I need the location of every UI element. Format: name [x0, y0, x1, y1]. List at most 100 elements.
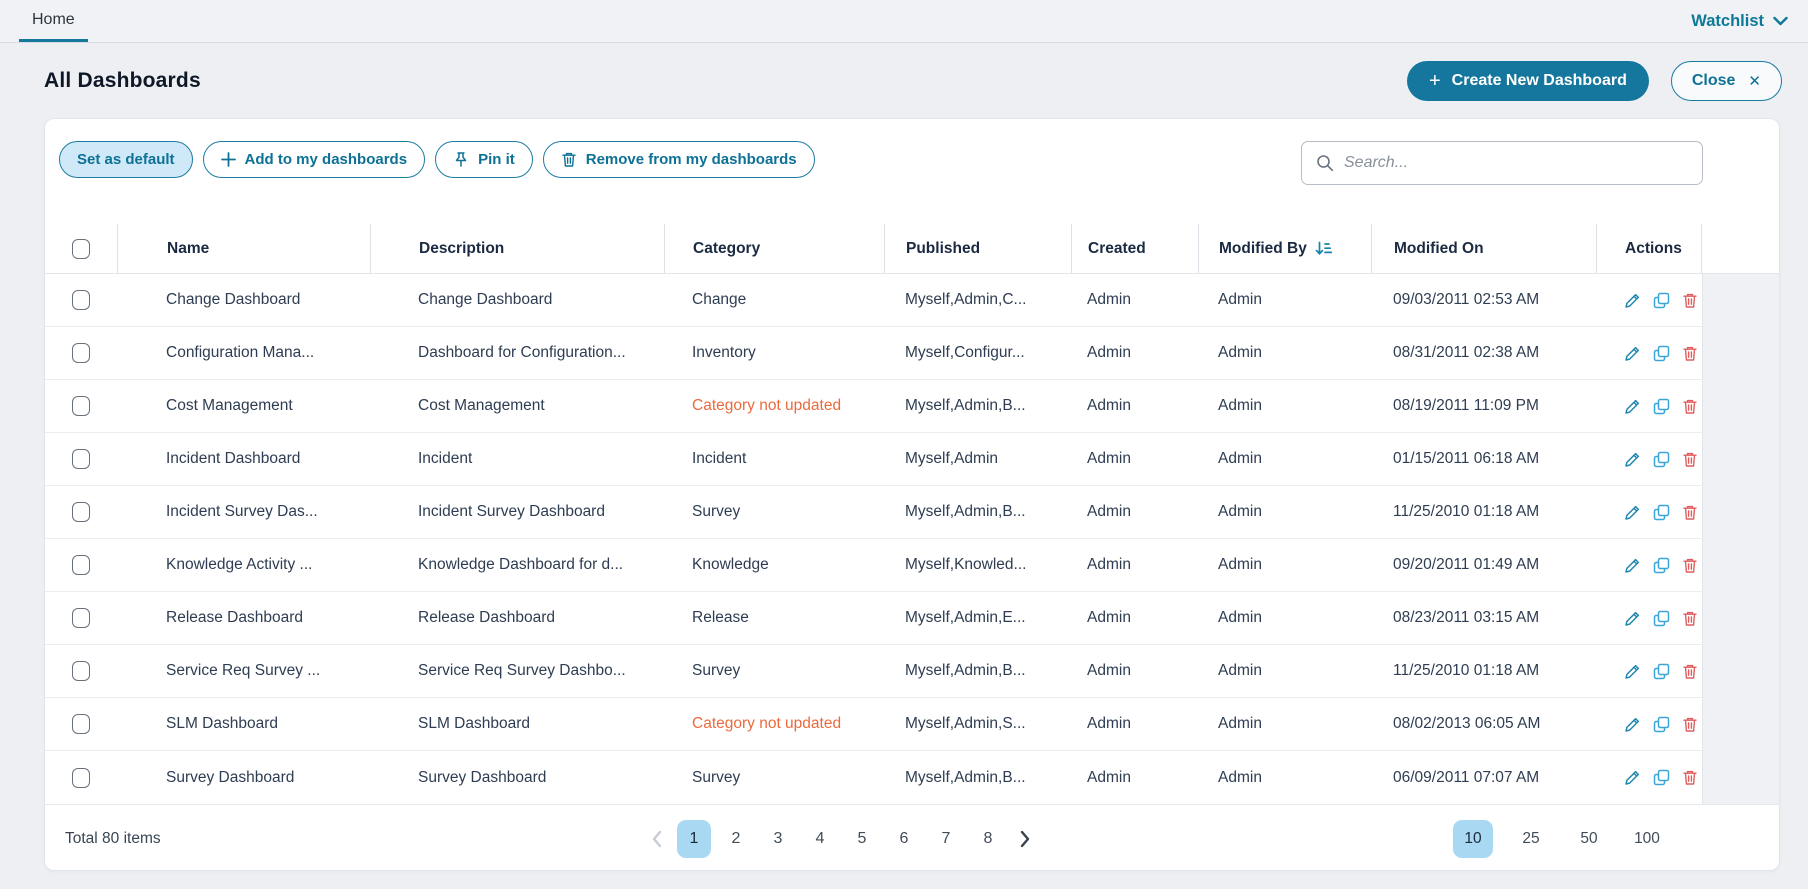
cell-modified-on: 01/15/2011 06:18 AM: [1371, 450, 1596, 468]
row-checkbox[interactable]: [72, 608, 90, 628]
column-header-category[interactable]: Category: [664, 224, 884, 273]
close-button[interactable]: Close ✕: [1671, 61, 1782, 101]
cell-created: Admin: [1071, 556, 1198, 574]
cell-actions: [1596, 292, 1702, 309]
row-checkbox[interactable]: [72, 555, 90, 575]
page-size-option[interactable]: 10: [1453, 820, 1493, 858]
delete-icon[interactable]: [1682, 663, 1698, 680]
remove-from-my-dashboards-button[interactable]: Remove from my dashboards: [543, 141, 815, 178]
add-to-my-dashboards-button[interactable]: Add to my dashboards: [203, 141, 426, 178]
sort-descending-icon[interactable]: [1315, 241, 1332, 256]
edit-icon[interactable]: [1624, 292, 1641, 309]
tab-home[interactable]: Home: [19, 0, 88, 42]
copy-icon[interactable]: [1653, 504, 1670, 521]
page-size-option[interactable]: 100: [1627, 820, 1667, 858]
page-number[interactable]: 3: [761, 820, 795, 858]
search-box: [1301, 141, 1703, 185]
cell-name: Service Req Survey ...: [117, 662, 370, 680]
delete-icon[interactable]: [1682, 451, 1698, 468]
delete-icon[interactable]: [1682, 398, 1698, 415]
cell-created: Admin: [1071, 715, 1198, 733]
page-number[interactable]: 6: [887, 820, 921, 858]
cell-actions: [1596, 504, 1702, 521]
page-number[interactable]: 1: [677, 820, 711, 858]
cell-description: SLM Dashboard: [370, 715, 664, 733]
edit-icon[interactable]: [1624, 557, 1641, 574]
next-page-icon[interactable]: [1013, 830, 1037, 848]
edit-icon[interactable]: [1624, 345, 1641, 362]
delete-icon[interactable]: [1682, 504, 1698, 521]
row-checkbox[interactable]: [72, 290, 90, 310]
delete-icon[interactable]: [1682, 716, 1698, 733]
row-checkbox[interactable]: [72, 661, 90, 681]
copy-icon[interactable]: [1653, 292, 1670, 309]
copy-icon[interactable]: [1653, 557, 1670, 574]
cell-modified-on: 08/23/2011 03:15 AM: [1371, 609, 1596, 627]
column-header-modified-on[interactable]: Modified On: [1371, 224, 1596, 273]
page-number[interactable]: 5: [845, 820, 879, 858]
column-header-created[interactable]: Created: [1071, 224, 1198, 273]
edit-icon[interactable]: [1624, 610, 1641, 627]
row-checkbox[interactable]: [72, 502, 90, 522]
column-header-description[interactable]: Description: [370, 224, 664, 273]
watchlist-label: Watchlist: [1691, 12, 1764, 31]
row-checkbox[interactable]: [72, 449, 90, 469]
cell-actions: [1596, 345, 1702, 362]
row-checkbox[interactable]: [72, 768, 90, 788]
copy-icon[interactable]: [1653, 345, 1670, 362]
select-all-cell: [45, 224, 117, 273]
copy-icon[interactable]: [1653, 451, 1670, 468]
edit-icon[interactable]: [1624, 716, 1641, 733]
table-right-gutter: [1702, 274, 1779, 804]
copy-icon[interactable]: [1653, 769, 1670, 786]
watchlist-dropdown[interactable]: Watchlist: [1691, 0, 1788, 42]
cell-description: Incident: [370, 450, 664, 468]
copy-icon[interactable]: [1653, 398, 1670, 415]
cell-description: Change Dashboard: [370, 291, 664, 309]
cell-created: Admin: [1071, 662, 1198, 680]
page-number[interactable]: 4: [803, 820, 837, 858]
edit-icon[interactable]: [1624, 398, 1641, 415]
row-checkbox[interactable]: [72, 714, 90, 734]
search-input[interactable]: [1344, 154, 1688, 172]
copy-icon[interactable]: [1653, 716, 1670, 733]
page-size-option[interactable]: 25: [1511, 820, 1551, 858]
previous-page-icon[interactable]: [645, 830, 669, 848]
cell-category: Change: [664, 291, 884, 309]
column-header-published[interactable]: Published: [884, 224, 1071, 273]
table-row: Configuration Mana... Dashboard for Conf…: [45, 327, 1702, 380]
edit-icon[interactable]: [1624, 769, 1641, 786]
pin-it-button[interactable]: Pin it: [435, 141, 533, 178]
delete-icon[interactable]: [1682, 769, 1698, 786]
page-number[interactable]: 8: [971, 820, 1005, 858]
cell-category: Survey: [664, 503, 884, 521]
page-size-option[interactable]: 50: [1569, 820, 1609, 858]
cell-published: Myself,Admin,B...: [884, 769, 1071, 787]
toolbar: Set as default Add to my dashboards Pin …: [45, 119, 1779, 224]
page-number[interactable]: 2: [719, 820, 753, 858]
row-checkbox[interactable]: [72, 343, 90, 363]
copy-icon[interactable]: [1653, 663, 1670, 680]
cell-created: Admin: [1071, 503, 1198, 521]
row-checkbox[interactable]: [72, 396, 90, 416]
delete-icon[interactable]: [1682, 292, 1698, 309]
edit-icon[interactable]: [1624, 663, 1641, 680]
page-number[interactable]: 7: [929, 820, 963, 858]
edit-icon[interactable]: [1624, 451, 1641, 468]
set-as-default-button[interactable]: Set as default: [59, 141, 193, 178]
cell-description: Incident Survey Dashboard: [370, 503, 664, 521]
cell-modified-on: 08/19/2011 11:09 PM: [1371, 397, 1596, 415]
cell-actions: [1596, 398, 1702, 415]
create-new-dashboard-button[interactable]: + Create New Dashboard: [1407, 61, 1649, 101]
edit-icon[interactable]: [1624, 504, 1641, 521]
delete-icon[interactable]: [1682, 610, 1698, 627]
column-header-name[interactable]: Name: [117, 224, 370, 273]
delete-icon[interactable]: [1682, 557, 1698, 574]
column-header-modified-by[interactable]: Modified By: [1198, 224, 1371, 273]
delete-icon[interactable]: [1682, 345, 1698, 362]
table-footer: Total 80 items 12345678 102550100: [45, 804, 1779, 871]
cell-created: Admin: [1071, 609, 1198, 627]
select-all-checkbox[interactable]: [72, 239, 90, 259]
cell-category: Category not updated: [664, 715, 884, 733]
copy-icon[interactable]: [1653, 610, 1670, 627]
